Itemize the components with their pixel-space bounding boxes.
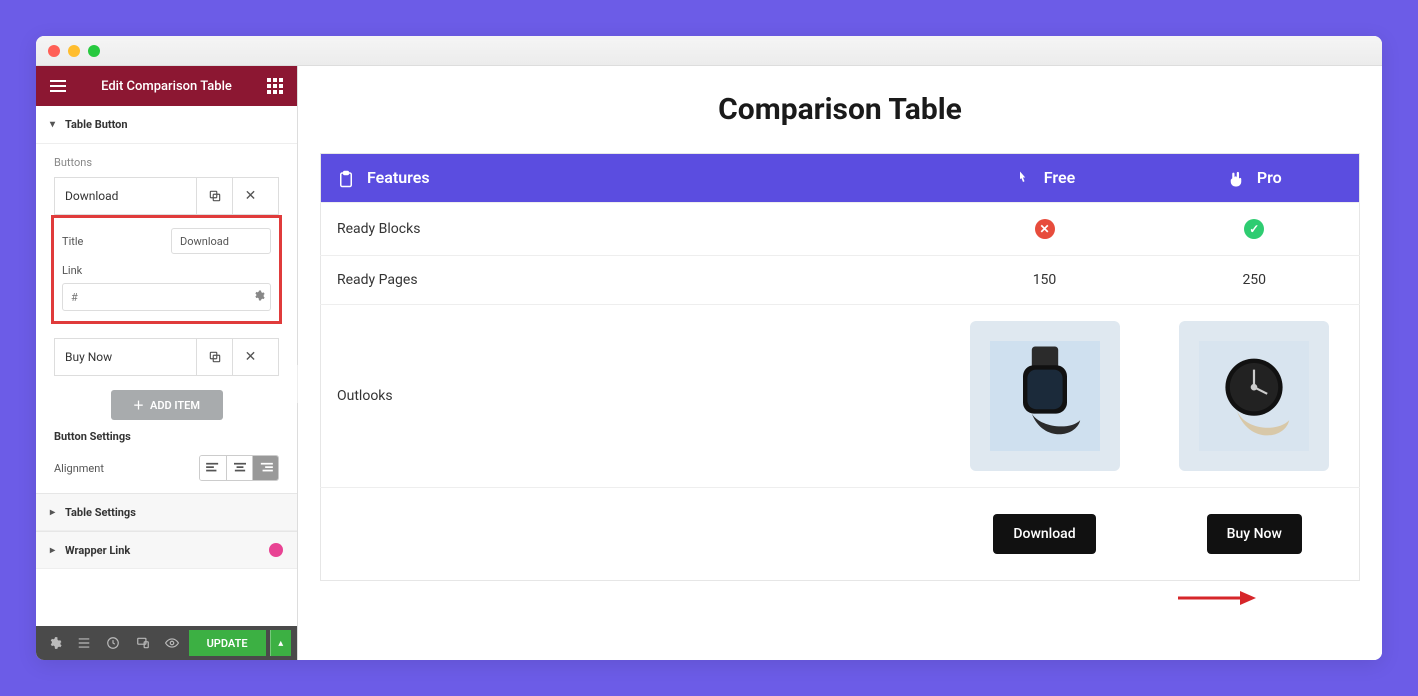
table-row-cta: Download Buy Now	[321, 487, 1360, 580]
th-features: Features	[321, 154, 940, 203]
editor-header: Edit Comparison Table	[36, 66, 297, 106]
cell-value: 150	[940, 255, 1150, 304]
section-label: Wrapper Link	[65, 544, 130, 557]
caret-right-icon: ▸	[50, 545, 55, 556]
x-icon: ✕	[1035, 219, 1055, 239]
product-image-pro	[1179, 321, 1329, 471]
th-free: Free	[940, 154, 1150, 203]
gear-icon[interactable]	[253, 290, 265, 305]
duplicate-button[interactable]	[196, 339, 232, 375]
caret-right-icon: ▸	[50, 507, 55, 518]
window-titlebar	[36, 36, 1382, 66]
title-input[interactable]	[171, 228, 271, 254]
buynow-cta-button[interactable]: Buy Now	[1207, 514, 1302, 554]
pointer-icon	[1014, 170, 1032, 188]
settings-icon[interactable]	[42, 630, 67, 656]
alignment-label: Alignment	[54, 462, 104, 475]
button-settings-heading: Button Settings	[54, 430, 279, 443]
preview-eye-icon[interactable]	[159, 630, 184, 656]
window-minimize-dot[interactable]	[68, 45, 80, 57]
table-row: Ready Pages 150 250	[321, 255, 1360, 304]
link-input[interactable]	[62, 283, 271, 311]
remove-button[interactable]: ✕	[232, 339, 268, 375]
editor-title: Edit Comparison Table	[101, 79, 232, 94]
button-item-buynow[interactable]: Buy Now ✕	[54, 338, 279, 376]
arrow-annotation	[1178, 588, 1258, 608]
window-close-dot[interactable]	[48, 45, 60, 57]
button-item-label: Download	[65, 189, 118, 203]
th-pro: Pro	[1150, 154, 1360, 203]
row-label: Ready Pages	[321, 255, 940, 304]
title-label: Title	[62, 235, 171, 248]
product-image-free	[970, 321, 1120, 471]
row-label: Outlooks	[321, 304, 940, 487]
window-maximize-dot[interactable]	[88, 45, 100, 57]
cell-value: 250	[1150, 255, 1360, 304]
download-cta-button[interactable]: Download	[993, 514, 1095, 554]
table-row: Outlooks	[321, 304, 1360, 487]
table-row: Ready Blocks ✕ ✓	[321, 202, 1360, 255]
buttons-label: Buttons	[54, 156, 279, 169]
update-caret-button[interactable]: ▴	[270, 630, 291, 656]
clipboard-icon	[337, 170, 355, 188]
align-center-button[interactable]	[226, 456, 252, 480]
history-icon[interactable]	[101, 630, 126, 656]
caret-down-icon: ▾	[50, 119, 55, 130]
menu-icon[interactable]	[50, 80, 66, 92]
row-label: Ready Blocks	[321, 202, 940, 255]
button-item-download[interactable]: Download ✕	[54, 177, 279, 215]
align-right-button[interactable]	[252, 456, 278, 480]
hand-icon	[1227, 170, 1245, 188]
add-item-label: ADD ITEM	[150, 399, 200, 412]
responsive-icon[interactable]	[130, 630, 155, 656]
remove-button[interactable]: ✕	[232, 178, 268, 214]
section-label: Table Button	[65, 118, 128, 131]
link-label: Link	[62, 264, 271, 277]
duplicate-button[interactable]	[196, 178, 232, 214]
button-item-label: Buy Now	[65, 350, 112, 364]
align-left-button[interactable]	[200, 456, 226, 480]
add-item-button[interactable]: ＋ ADD ITEM	[111, 390, 223, 420]
highlight-annotation: Title Link	[51, 215, 282, 324]
apps-icon[interactable]	[267, 78, 283, 94]
plus-icon: ＋	[133, 397, 144, 413]
update-button[interactable]: UPDATE	[189, 630, 266, 656]
section-wrapper-link[interactable]: ▸ Wrapper Link	[36, 531, 297, 569]
check-icon: ✓	[1244, 219, 1264, 239]
navigator-icon[interactable]	[71, 630, 96, 656]
preview-title: Comparison Table	[320, 92, 1360, 127]
section-table-settings[interactable]: ▸ Table Settings	[36, 493, 297, 531]
section-table-button[interactable]: ▾ Table Button	[36, 106, 297, 144]
comparison-table: Features Free Pro Ready B	[320, 153, 1360, 581]
wrapper-badge-icon	[269, 543, 283, 557]
editor-footer: UPDATE ▴	[36, 626, 297, 660]
section-label: Table Settings	[65, 506, 136, 519]
